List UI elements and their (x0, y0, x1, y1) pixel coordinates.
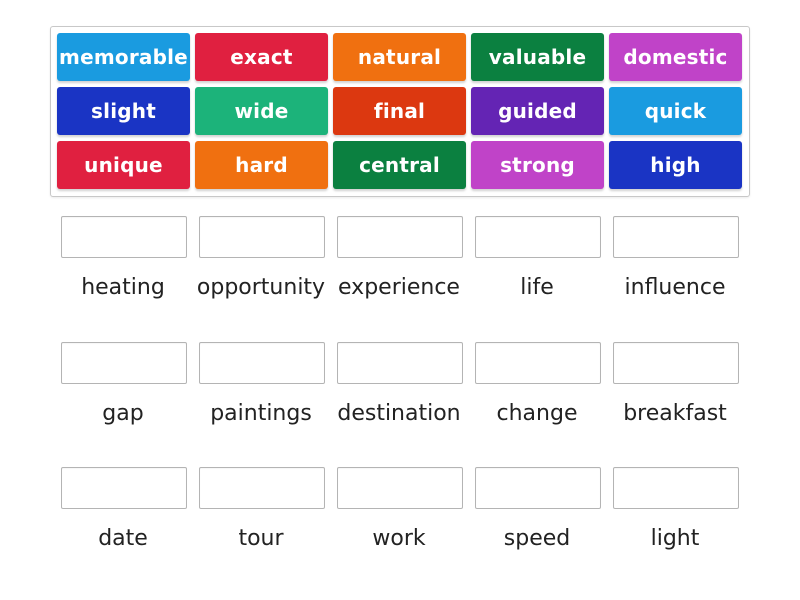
drop-slot[interactable] (337, 467, 463, 509)
drop-slot[interactable] (475, 342, 601, 384)
drop-slot[interactable] (61, 216, 187, 258)
drop-slot[interactable] (475, 216, 601, 258)
target-word-label: work (372, 526, 426, 551)
word-tile[interactable]: central (333, 141, 466, 189)
word-tile[interactable]: final (333, 87, 466, 135)
drop-slot[interactable] (613, 342, 739, 384)
drop-slot[interactable] (613, 216, 739, 258)
target-word-label: speed (503, 526, 571, 551)
target-word-label: breakfast (623, 401, 727, 426)
word-tile[interactable]: guided (471, 87, 604, 135)
word-tile[interactable]: domestic (609, 33, 742, 81)
target-word-label: experience (338, 275, 460, 300)
drop-slot[interactable] (61, 467, 187, 509)
drop-slot[interactable] (475, 467, 601, 509)
target-word-label: date (98, 526, 148, 551)
target-word-label: opportunity (196, 275, 326, 300)
word-tile[interactable]: quick (609, 87, 742, 135)
drop-slot[interactable] (199, 216, 325, 258)
target-word-label: change (496, 401, 578, 426)
target-word-label: destination (337, 401, 461, 426)
target-word-label: tour (238, 526, 284, 551)
word-tile[interactable]: strong (471, 141, 604, 189)
word-tile[interactable]: wide (195, 87, 328, 135)
drop-slot[interactable] (199, 342, 325, 384)
word-tile[interactable]: slight (57, 87, 190, 135)
word-tile[interactable]: exact (195, 33, 328, 81)
word-tile[interactable]: unique (57, 141, 190, 189)
word-tile[interactable]: natural (333, 33, 466, 81)
target-word-label: life (520, 275, 554, 300)
drop-slot[interactable] (199, 467, 325, 509)
target-word-label: light (650, 526, 700, 551)
drop-slot[interactable] (613, 467, 739, 509)
word-tile[interactable]: valuable (471, 33, 604, 81)
drop-slot[interactable] (337, 342, 463, 384)
word-tile[interactable]: hard (195, 141, 328, 189)
drop-slot[interactable] (337, 216, 463, 258)
target-word-label: gap (102, 401, 144, 426)
target-word-label: paintings (210, 401, 312, 426)
word-tile[interactable]: high (609, 141, 742, 189)
word-tile[interactable]: memorable (57, 33, 190, 81)
target-word-label: heating (81, 275, 165, 300)
target-word-label: influence (624, 275, 726, 300)
drop-slot[interactable] (61, 342, 187, 384)
